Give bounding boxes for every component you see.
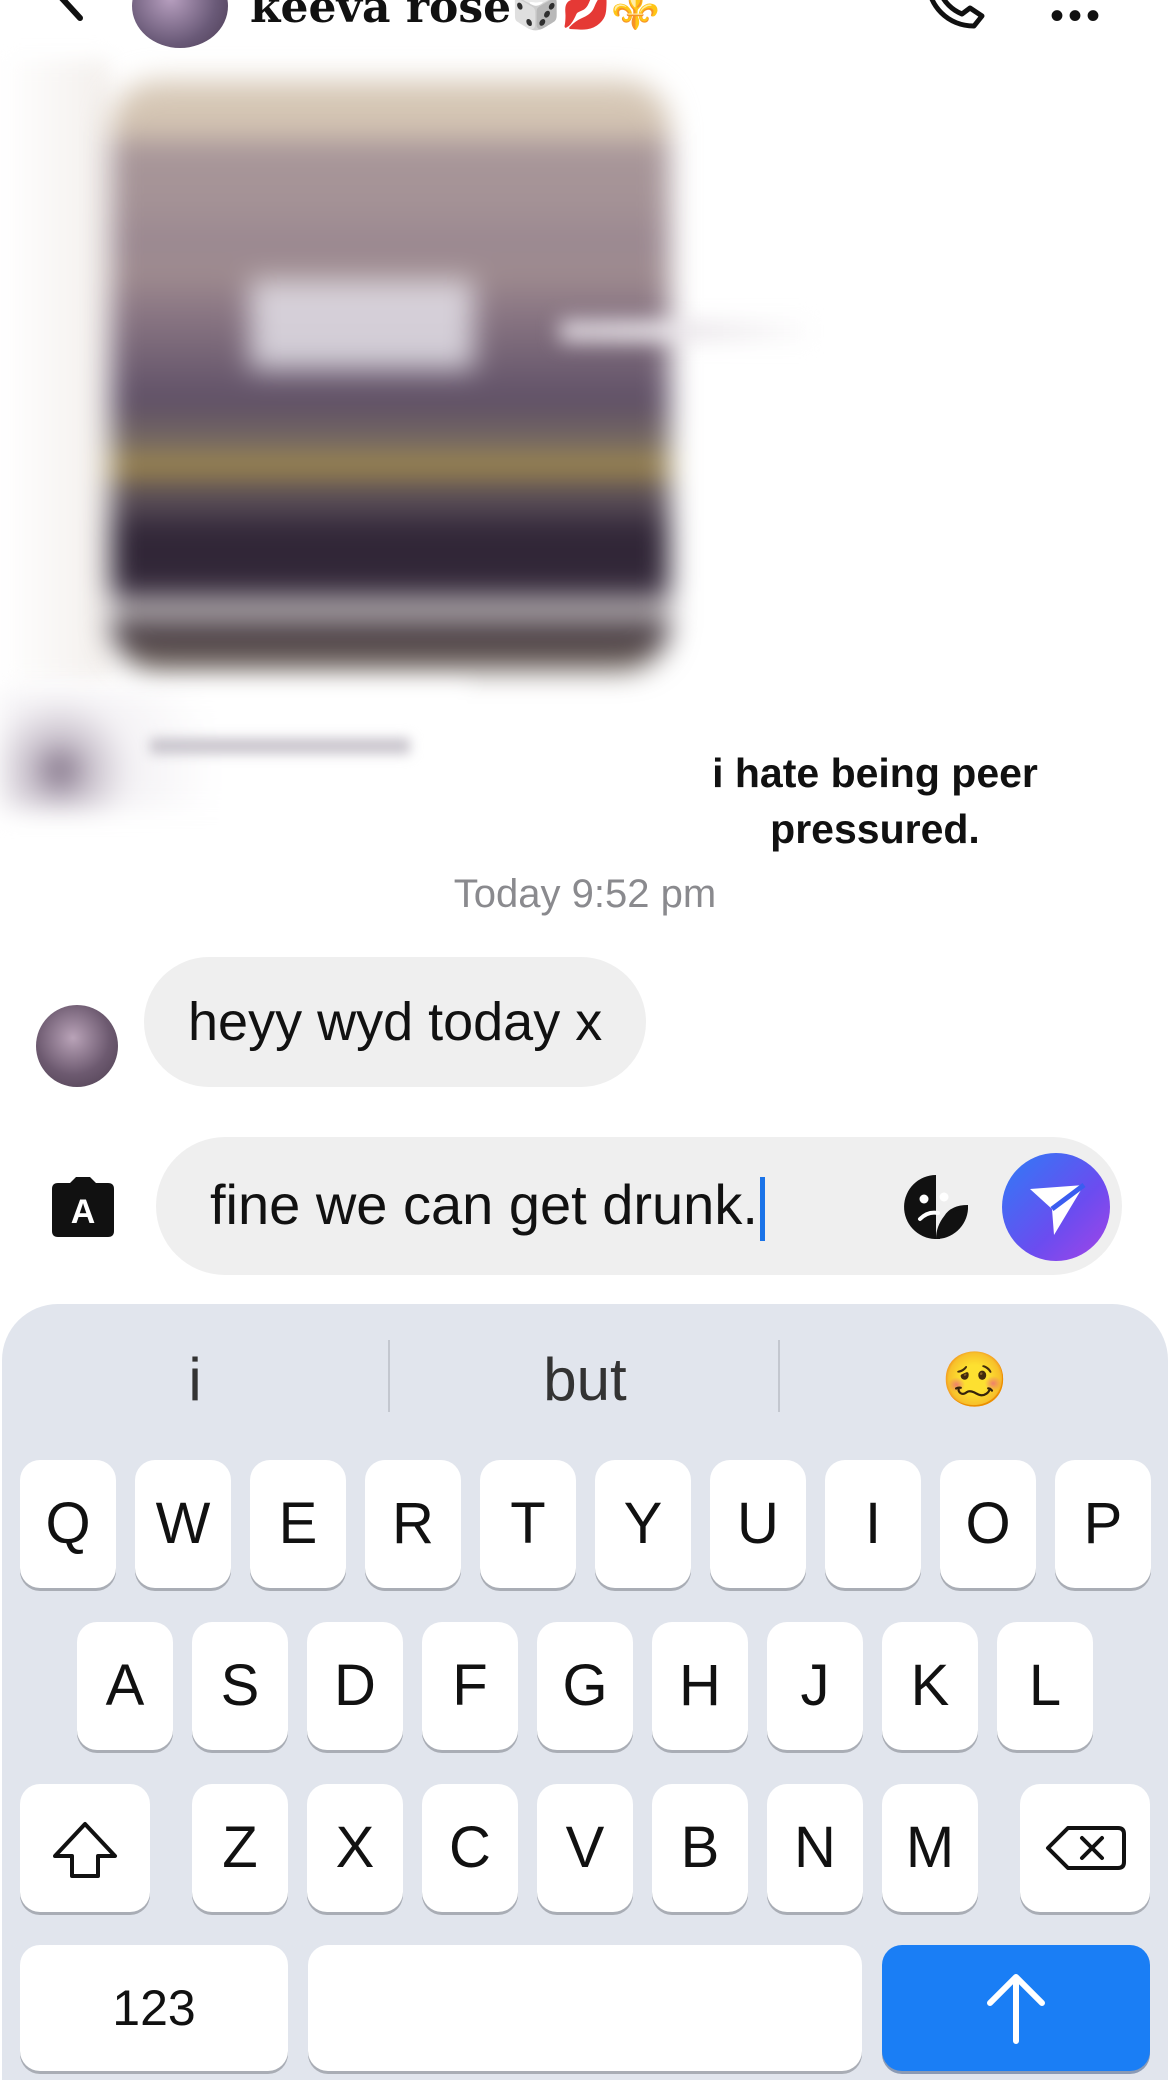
key-y[interactable]: Y (595, 1460, 691, 1588)
key-w[interactable]: W (135, 1460, 231, 1588)
sender-avatar[interactable] (36, 1005, 118, 1087)
key-i[interactable]: I (825, 1460, 921, 1588)
key-u[interactable]: U (710, 1460, 806, 1588)
message-input-text[interactable]: fine we can get drunk. (210, 1170, 765, 1242)
key-h[interactable]: H (652, 1622, 748, 1750)
backspace-icon (1046, 1826, 1126, 1870)
key-r[interactable]: R (365, 1460, 461, 1588)
key-k[interactable]: K (882, 1622, 978, 1750)
text-caret (759, 1177, 765, 1242)
back-chevron-icon[interactable] (40, 0, 100, 30)
space-bar[interactable] (308, 1945, 862, 2071)
shift-arrow-icon (53, 1822, 117, 1878)
media-blur-edge (0, 60, 110, 680)
outgoing-message-text[interactable]: i hate being peer pressured. (690, 745, 1060, 857)
incoming-message-bubble[interactable]: heyy wyd today x (144, 957, 647, 1087)
key-p[interactable]: P (1055, 1460, 1151, 1588)
key-l[interactable]: L (997, 1622, 1093, 1750)
key-o[interactable]: O (940, 1460, 1036, 1588)
blurred-reply-text (150, 738, 410, 754)
suggestion-2[interactable]: but (430, 1330, 740, 1430)
delete-key[interactable] (1020, 1784, 1150, 1912)
send-button[interactable] (1002, 1153, 1110, 1261)
key-x[interactable]: X (307, 1784, 403, 1912)
key-a[interactable]: A (77, 1622, 173, 1750)
key-n[interactable]: N (767, 1784, 863, 1912)
key-s[interactable]: S (192, 1622, 288, 1750)
key-t[interactable]: T (480, 1460, 576, 1588)
contact-name-emojis: 🎲💋⚜️ (511, 0, 661, 32)
contact-name[interactable]: keeva rose🎲💋⚜️ (250, 0, 661, 33)
key-f[interactable]: F (422, 1622, 518, 1750)
return-key[interactable] (882, 1945, 1150, 2071)
key-j[interactable]: J (767, 1622, 863, 1750)
suggestion-divider (388, 1340, 390, 1412)
message-input-value: fine we can get drunk. (210, 1173, 758, 1236)
numbers-key[interactable]: 123 (20, 1945, 288, 2071)
up-arrow-icon (987, 1974, 1045, 2044)
suggestion-emoji[interactable]: 🥴 (820, 1330, 1130, 1430)
keyboard-switch-letter: A (71, 1193, 96, 1231)
key-m[interactable]: M (882, 1784, 978, 1912)
contact-avatar[interactable] (132, 0, 228, 48)
sticker-icon[interactable] (902, 1173, 970, 1241)
suggestion-1[interactable]: i (40, 1330, 350, 1430)
chat-header: keeva rose🎲💋⚜️ ••• (0, 0, 1170, 60)
key-v[interactable]: V (537, 1784, 633, 1912)
more-options-icon[interactable]: ••• (1050, 0, 1104, 39)
key-b[interactable]: B (652, 1784, 748, 1912)
phone-call-icon[interactable] (920, 0, 990, 32)
key-c[interactable]: C (422, 1784, 518, 1912)
keyboard-switch-icon[interactable]: A (48, 1175, 118, 1239)
key-e[interactable]: E (250, 1460, 346, 1588)
contact-name-text: keeva rose (250, 0, 512, 33)
shift-key[interactable] (20, 1784, 150, 1912)
media-blur-streak (560, 320, 820, 342)
suggestion-divider (778, 1340, 780, 1412)
paper-plane-icon (1030, 1183, 1086, 1235)
key-d[interactable]: D (307, 1622, 403, 1750)
key-q[interactable]: Q (20, 1460, 116, 1588)
key-z[interactable]: Z (192, 1784, 288, 1912)
message-timestamp: Today 9:52 pm (453, 872, 717, 916)
blurred-media-message[interactable] (110, 80, 670, 670)
key-g[interactable]: G (537, 1622, 633, 1750)
